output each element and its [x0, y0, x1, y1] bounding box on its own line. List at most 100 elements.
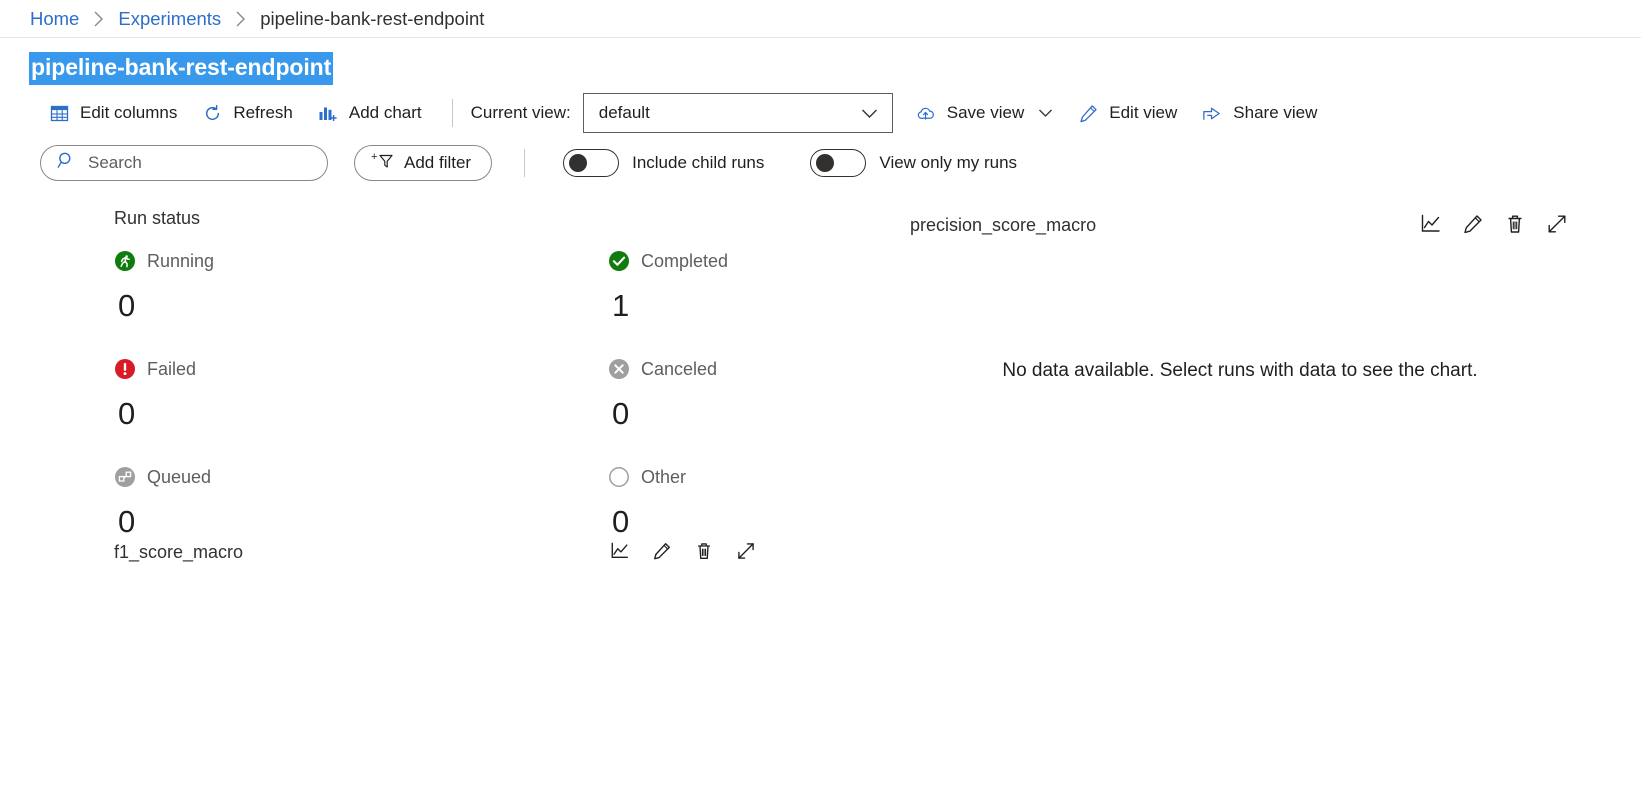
page-title: pipeline-bank-rest-endpoint	[29, 52, 334, 85]
status-count: 0	[118, 504, 136, 539]
expand-icon	[736, 541, 756, 564]
add-filter-label: Add filter	[404, 153, 472, 172]
run-status-panel: Run status Running 0 Completed 1 Failed …	[0, 208, 900, 567]
command-bar: Edit columns Refresh Add chart Current v…	[0, 90, 1641, 136]
edit-chart-button[interactable]	[649, 539, 675, 565]
add-chart-button[interactable]: Add chart	[305, 98, 434, 128]
chart-title: f1_score_macro	[114, 541, 244, 562]
breadcrumb-item-current: pipeline-bank-rest-endpoint	[260, 7, 485, 29]
chevron-down-icon	[861, 108, 878, 119]
page-title-row: pipeline-bank-rest-endpoint	[0, 38, 1641, 90]
share-icon	[1201, 102, 1223, 124]
table-columns-icon	[48, 102, 70, 124]
chart-header: precision_score_macro	[910, 208, 1570, 242]
status-item-completed[interactable]: Completed 1	[608, 243, 908, 351]
filter-bar: Search + Add filter Include child runs V…	[0, 136, 1641, 190]
status-label: Canceled	[641, 358, 718, 379]
current-view-value: default	[598, 103, 650, 122]
status-item-canceled[interactable]: Canceled 0	[608, 351, 908, 459]
chevron-right-icon	[93, 11, 104, 27]
add-chart-label: Add chart	[348, 103, 422, 122]
chart-type-icon	[1420, 213, 1442, 238]
edit-columns-button[interactable]: Edit columns	[36, 98, 189, 128]
refresh-button[interactable]: Refresh	[189, 98, 305, 128]
canceled-icon	[608, 358, 630, 380]
view-only-my-runs-toggle[interactable]	[810, 149, 867, 177]
expand-chart-button[interactable]	[733, 539, 759, 565]
share-view-label: Share view	[1233, 103, 1318, 122]
delete-icon	[1504, 213, 1526, 238]
main-content: Run status Running 0 Completed 1 Failed …	[0, 190, 1641, 682]
search-placeholder: Search	[88, 153, 142, 172]
view-only-my-runs-group: View only my runs	[810, 149, 1017, 177]
toggle-knob-2	[816, 154, 835, 172]
include-child-runs-toggle[interactable]	[563, 149, 620, 177]
queued-icon	[114, 466, 136, 488]
save-view-button[interactable]: Save view	[903, 98, 1065, 128]
filter-bar-divider	[524, 149, 526, 177]
status-count: 1	[612, 288, 630, 323]
status-label: Running	[147, 250, 215, 271]
status-count: 0	[612, 504, 630, 539]
save-view-label: Save view	[946, 103, 1025, 122]
pencil-icon	[652, 541, 672, 564]
expand-chart-button[interactable]	[1544, 212, 1570, 238]
add-filter-icon: +	[371, 150, 397, 176]
cloud-upload-icon	[915, 102, 937, 124]
breadcrumb-item-home[interactable]: Home	[30, 8, 79, 30]
status-label: Failed	[147, 358, 197, 379]
toggle-knob	[569, 154, 588, 172]
failed-icon	[114, 358, 136, 380]
chart-panel-precision-score-macro: precision_score_macro No data available.…	[910, 208, 1570, 382]
delete-chart-button[interactable]	[1502, 212, 1528, 238]
add-chart-icon	[317, 102, 339, 124]
include-child-runs-label: Include child runs	[632, 153, 765, 172]
status-label: Completed	[641, 250, 729, 271]
status-item-running[interactable]: Running 0	[114, 243, 414, 351]
edit-chart-button[interactable]	[1460, 212, 1486, 238]
chart-empty-message: No data available. Select runs with data…	[1002, 360, 1478, 381]
chart-panel-f1-score-macro: f1_score_macro	[114, 535, 759, 569]
status-count: 0	[118, 288, 136, 323]
status-label: Queued	[147, 466, 212, 487]
edit-view-label: Edit view	[1109, 103, 1178, 122]
chevron-right-icon-2	[235, 11, 246, 27]
breadcrumb-item-experiments[interactable]: Experiments	[118, 8, 221, 30]
chart-type-icon-button[interactable]	[607, 539, 633, 565]
pencil-icon	[1462, 213, 1484, 238]
command-bar-divider-1	[451, 99, 453, 127]
run-status-grid: Running 0 Completed 1 Failed 0 Canceled …	[114, 243, 900, 567]
save-view-chevron-down-icon[interactable]	[1038, 108, 1053, 118]
edit-columns-label: Edit columns	[80, 103, 178, 122]
share-view-button[interactable]: Share view	[1189, 98, 1329, 128]
chart-type-icon	[610, 541, 630, 564]
pencil-icon	[1077, 102, 1099, 124]
chart-title: precision_score_macro	[910, 214, 1097, 235]
delete-chart-button[interactable]	[691, 539, 717, 565]
include-child-runs-group: Include child runs	[563, 149, 764, 177]
current-view-label: Current view:	[470, 103, 571, 122]
chart-actions-2	[607, 539, 759, 565]
status-count: 0	[612, 396, 630, 431]
current-view-select[interactable]: default	[582, 93, 893, 133]
run-status-heading: Run status	[114, 208, 201, 228]
view-only-my-runs-label: View only my runs	[879, 153, 1018, 172]
breadcrumb: Home Experiments pipeline-bank-rest-endp…	[0, 0, 1641, 38]
delete-icon	[694, 541, 714, 564]
chart-actions	[1418, 212, 1570, 238]
chart-header-2: f1_score_macro	[114, 535, 759, 569]
search-icon	[57, 151, 76, 175]
completed-icon	[608, 250, 630, 272]
status-count: 0	[118, 396, 136, 431]
status-item-failed[interactable]: Failed 0	[114, 351, 414, 459]
edit-view-button[interactable]: Edit view	[1065, 98, 1189, 128]
chart-type-icon-button[interactable]	[1418, 212, 1444, 238]
status-label: Other	[641, 466, 687, 487]
refresh-label: Refresh	[233, 103, 293, 122]
running-icon	[114, 250, 136, 272]
search-input[interactable]: Search	[40, 145, 328, 181]
add-filter-button[interactable]: + Add filter	[354, 145, 493, 181]
other-icon	[608, 466, 630, 488]
refresh-icon	[201, 102, 223, 124]
svg-text:+: +	[371, 151, 377, 163]
